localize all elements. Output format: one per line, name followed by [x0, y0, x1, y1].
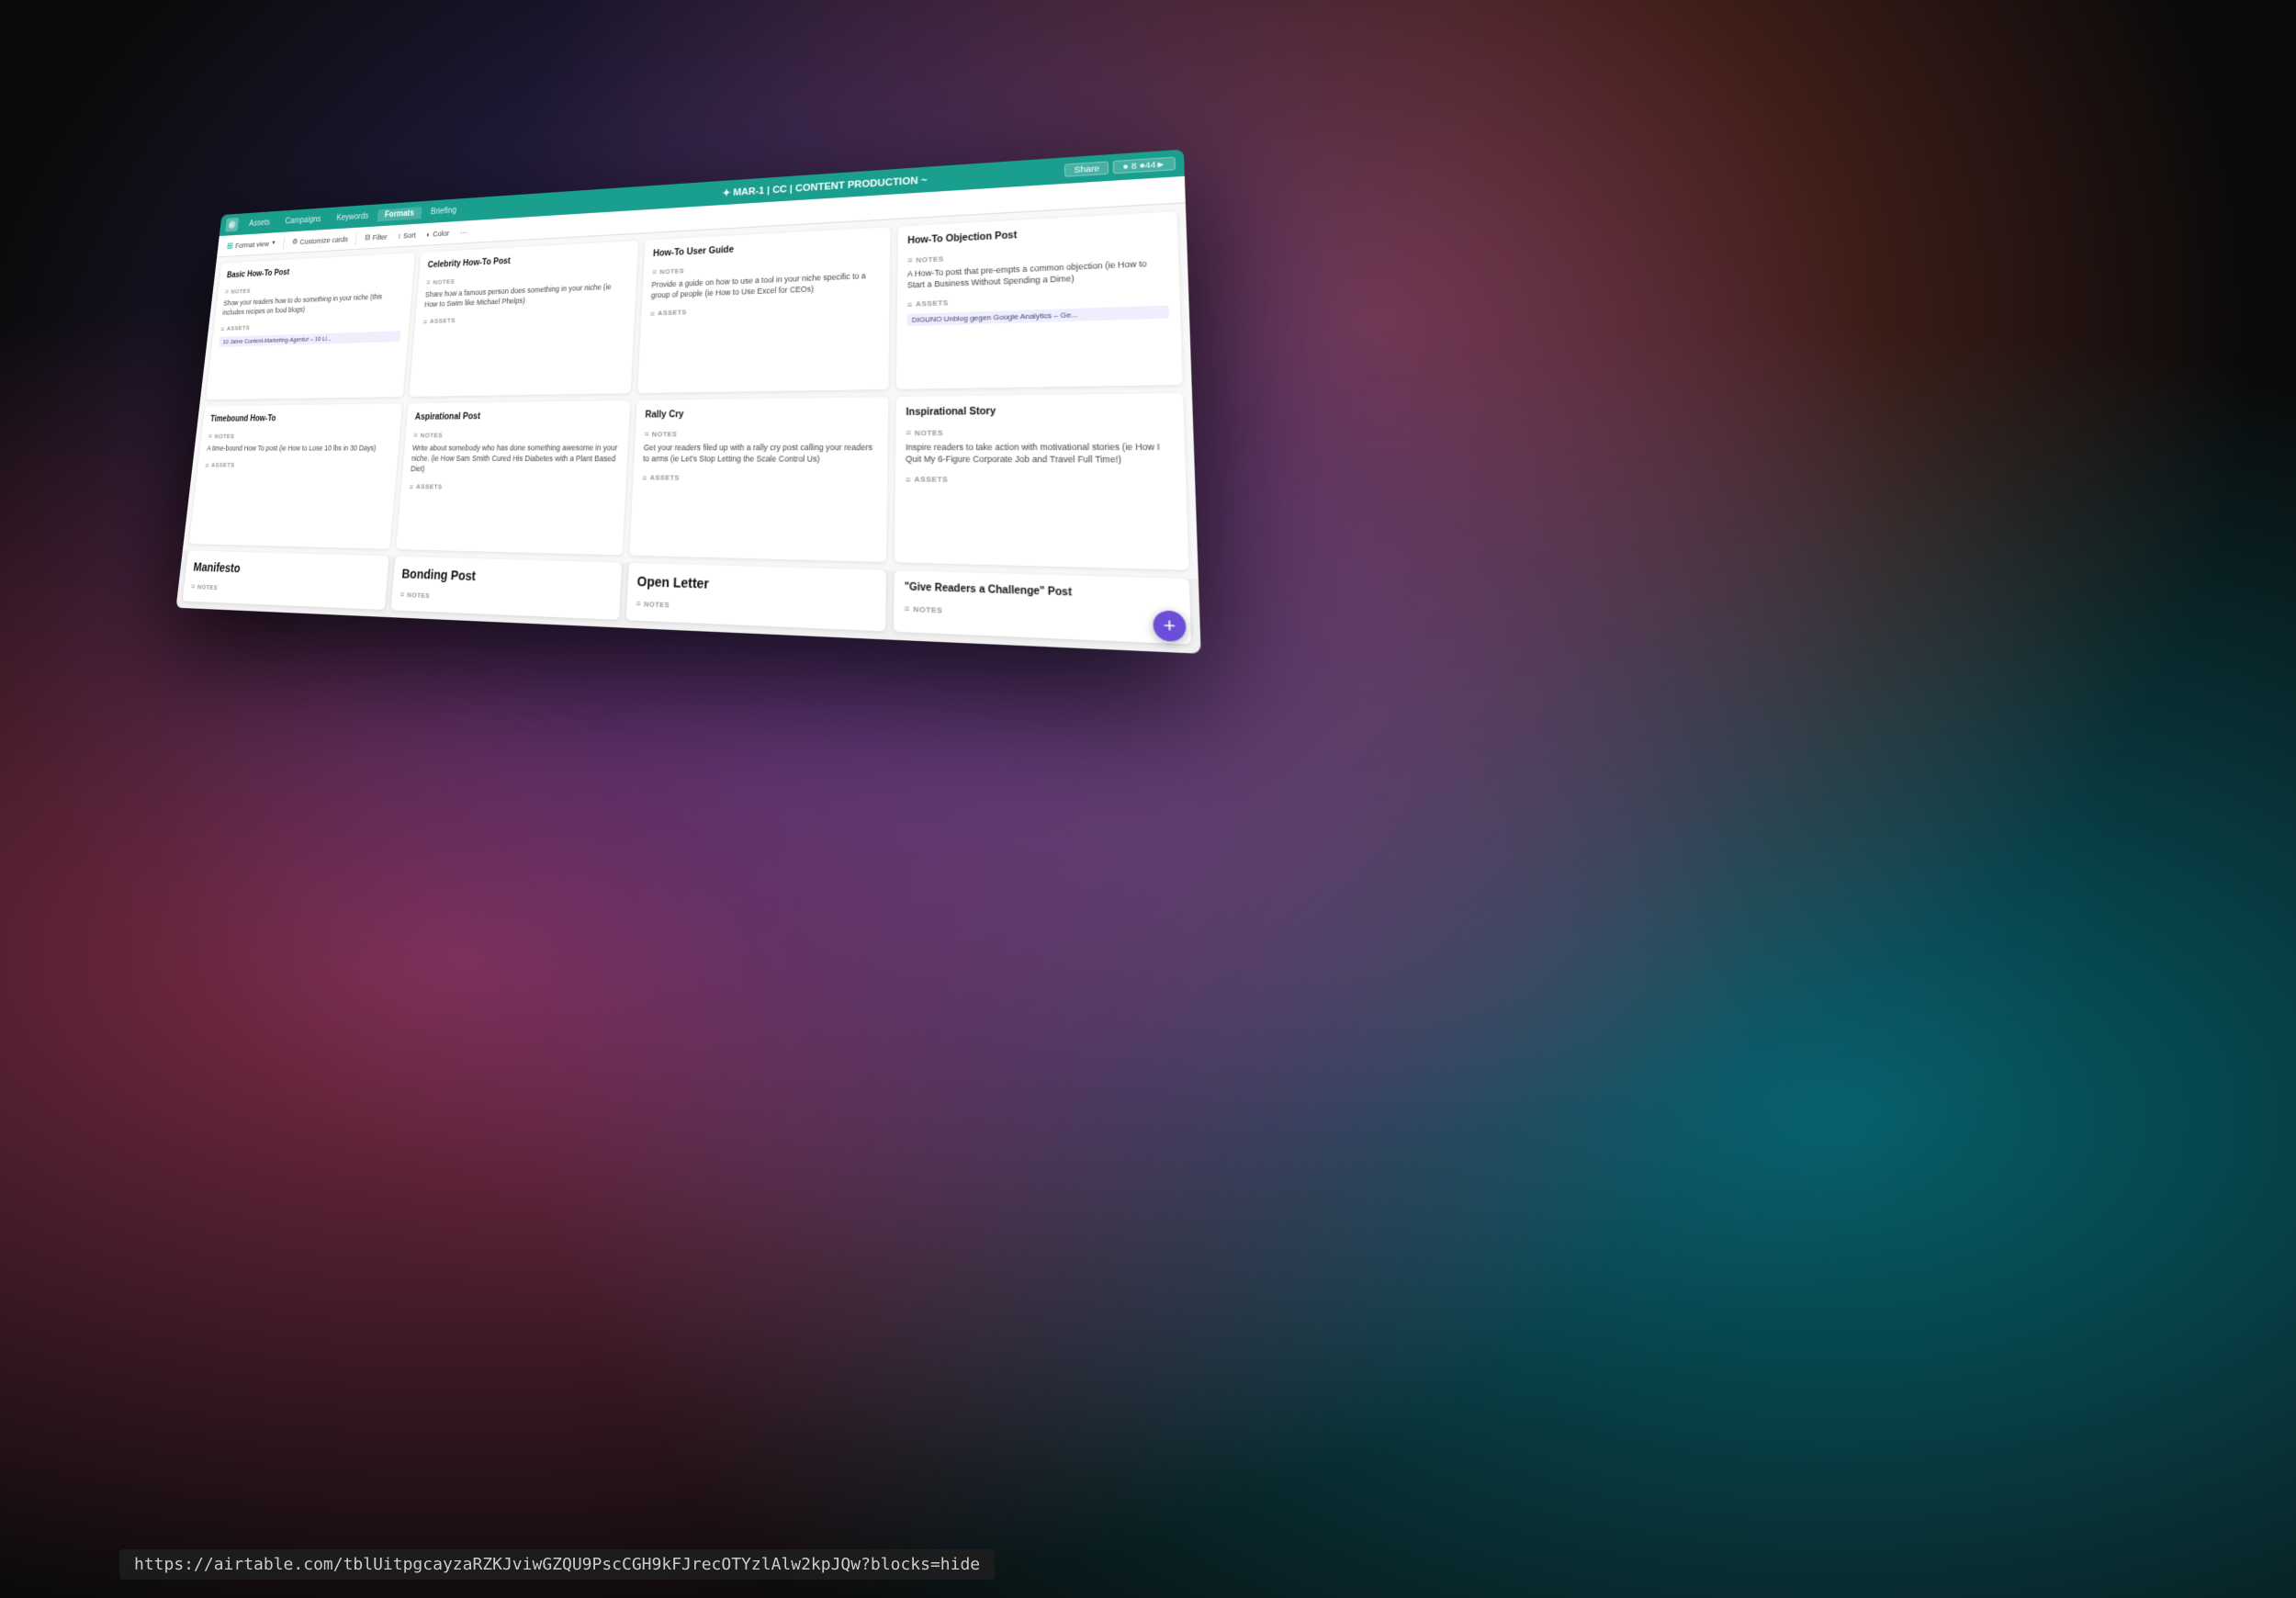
card-title: Basic How-To Post	[226, 262, 407, 281]
notes-label: NOTES	[906, 426, 1173, 437]
card-aspirational-post[interactable]: Aspirational Post NOTES Write about some…	[396, 400, 630, 555]
color-button[interactable]: ◐ Color	[422, 227, 454, 240]
status-indicator: ● 8 ●44►	[1113, 157, 1176, 174]
view-switcher[interactable]: ⊞ Format view ▼	[223, 236, 280, 253]
customize-cards-button[interactable]: ⚙ Customize cards	[288, 232, 353, 248]
card-timebound-how-to[interactable]: Timebound How-To NOTES A time-bound How …	[189, 403, 402, 548]
tab-keywords[interactable]: Keywords	[329, 209, 377, 224]
assets-label: ASSETS	[205, 461, 389, 470]
notes-label: NOTES	[191, 582, 378, 598]
notes-text: Get your readers filed up with a rally c…	[643, 443, 878, 466]
asset-chip: DIGUNO Unblog gegen Google Analytics – G…	[906, 305, 1169, 326]
cards-container: Basic How-To Post NOTES Show your reader…	[176, 203, 1201, 654]
notes-label: NOTES	[636, 599, 875, 618]
app-logo: A	[225, 218, 239, 232]
card-rally-cry[interactable]: Rally Cry NOTES Get your readers filed u…	[629, 397, 888, 562]
card-bonding-post[interactable]: Bonding Post NOTES	[391, 557, 623, 620]
separator	[283, 236, 285, 249]
notes-label: NOTES	[904, 603, 1178, 625]
notes-text: A time-bound How To post (ie How to Lose…	[207, 444, 391, 454]
sort-icon: ↕	[398, 231, 401, 240]
card-open-letter[interactable]: Open Letter NOTES	[626, 563, 886, 631]
sort-label: Sort	[403, 231, 416, 240]
card-title: Bonding Post	[401, 566, 613, 590]
customize-label: Customize cards	[299, 235, 348, 246]
asset-chip: 10 Jahre Content-Marketing-Agentur – 10 …	[219, 331, 400, 347]
share-button[interactable]: Share	[1064, 161, 1109, 176]
assets-label: ASSETS	[650, 301, 880, 319]
card-manifesto[interactable]: Manifesto NOTES	[183, 550, 389, 610]
assets-label: ASSETS	[906, 475, 1175, 487]
card-how-to-objection[interactable]: How-To Objection Post NOTES A How-To pos…	[896, 211, 1183, 389]
card-title: How-To Objection Post	[907, 221, 1166, 247]
notes-label: NOTES	[208, 431, 392, 440]
card-title: Rally Cry	[645, 407, 878, 422]
card-celebrity-how-to[interactable]: Celebrity How-To Post NOTES Share how a …	[409, 241, 638, 397]
card-title: Manifesto	[193, 559, 381, 581]
chevron-icon: ▼	[271, 241, 276, 246]
card-title: How-To User Guide	[653, 237, 881, 260]
assets-label: ASSETS	[409, 482, 617, 493]
tab-formats[interactable]: Formats	[377, 207, 422, 221]
cards-icon: ⚙	[292, 238, 298, 247]
airtable-window: A Assets Campaigns Keywords Formats Brie…	[176, 150, 1201, 654]
filter-button[interactable]: ⊟ Filter	[361, 231, 392, 244]
notes-text: Inspire readers to take action with moti…	[906, 442, 1174, 467]
card-title: Inspirational Story	[906, 403, 1172, 419]
topbar-actions: Share ● 8 ●44►	[1064, 157, 1176, 177]
notes-label: NOTES	[400, 590, 611, 607]
notes-label: NOTES	[644, 428, 878, 438]
card-title: Timebound How-To	[209, 412, 393, 425]
color-label: Color	[433, 229, 450, 238]
card-title: Open Letter	[636, 573, 876, 599]
notes-text: Provide a guide on how to use a tool in …	[651, 271, 881, 302]
assets-label: ASSETS	[642, 473, 877, 484]
tab-campaigns[interactable]: Campaigns	[277, 213, 329, 228]
filter-label: Filter	[372, 232, 388, 242]
card-how-to-user-guide[interactable]: How-To User Guide NOTES Provide a guide …	[637, 227, 890, 393]
card-give-readers-challenge[interactable]: "Give Readers a Challenge" Post NOTES	[894, 570, 1191, 645]
separator2	[355, 231, 357, 244]
card-title: Aspirational Post	[414, 410, 621, 423]
filter-icon: ⊟	[365, 233, 371, 242]
notes-label: NOTES	[413, 430, 620, 440]
card-inspirational-story[interactable]: Inspirational Story NOTES Inspire reader…	[895, 393, 1188, 570]
view-label: Format view	[235, 240, 270, 250]
cards-grid: Basic How-To Post NOTES Show your reader…	[183, 203, 1199, 579]
assets-label: ASSETS	[220, 319, 402, 333]
assets-label: ASSETS	[422, 310, 626, 326]
notes-text: Show your readers how to do something in…	[222, 291, 404, 318]
more-options-button[interactable]: ···	[456, 226, 471, 238]
tab-briefing[interactable]: Briefing	[422, 204, 465, 219]
tab-assets[interactable]: Assets	[242, 216, 277, 230]
card-title: "Give Readers a Challenge" Post	[905, 580, 1178, 603]
notes-text: Write about somebody who has done someth…	[411, 443, 620, 475]
card-title: Celebrity How-To Post	[427, 250, 629, 271]
sort-button[interactable]: ↕ Sort	[394, 229, 421, 242]
grid-icon: ⊞	[226, 241, 233, 251]
notes-text: Share how a famous person does something…	[424, 282, 628, 310]
card-basic-how-to[interactable]: Basic How-To Post NOTES Show your reader…	[206, 253, 415, 400]
color-icon: ◐	[426, 230, 431, 238]
url-bar: https://airtable.com/tblUitpgcayzaRZKJvi…	[119, 1549, 995, 1580]
more-icon: ···	[460, 228, 467, 236]
